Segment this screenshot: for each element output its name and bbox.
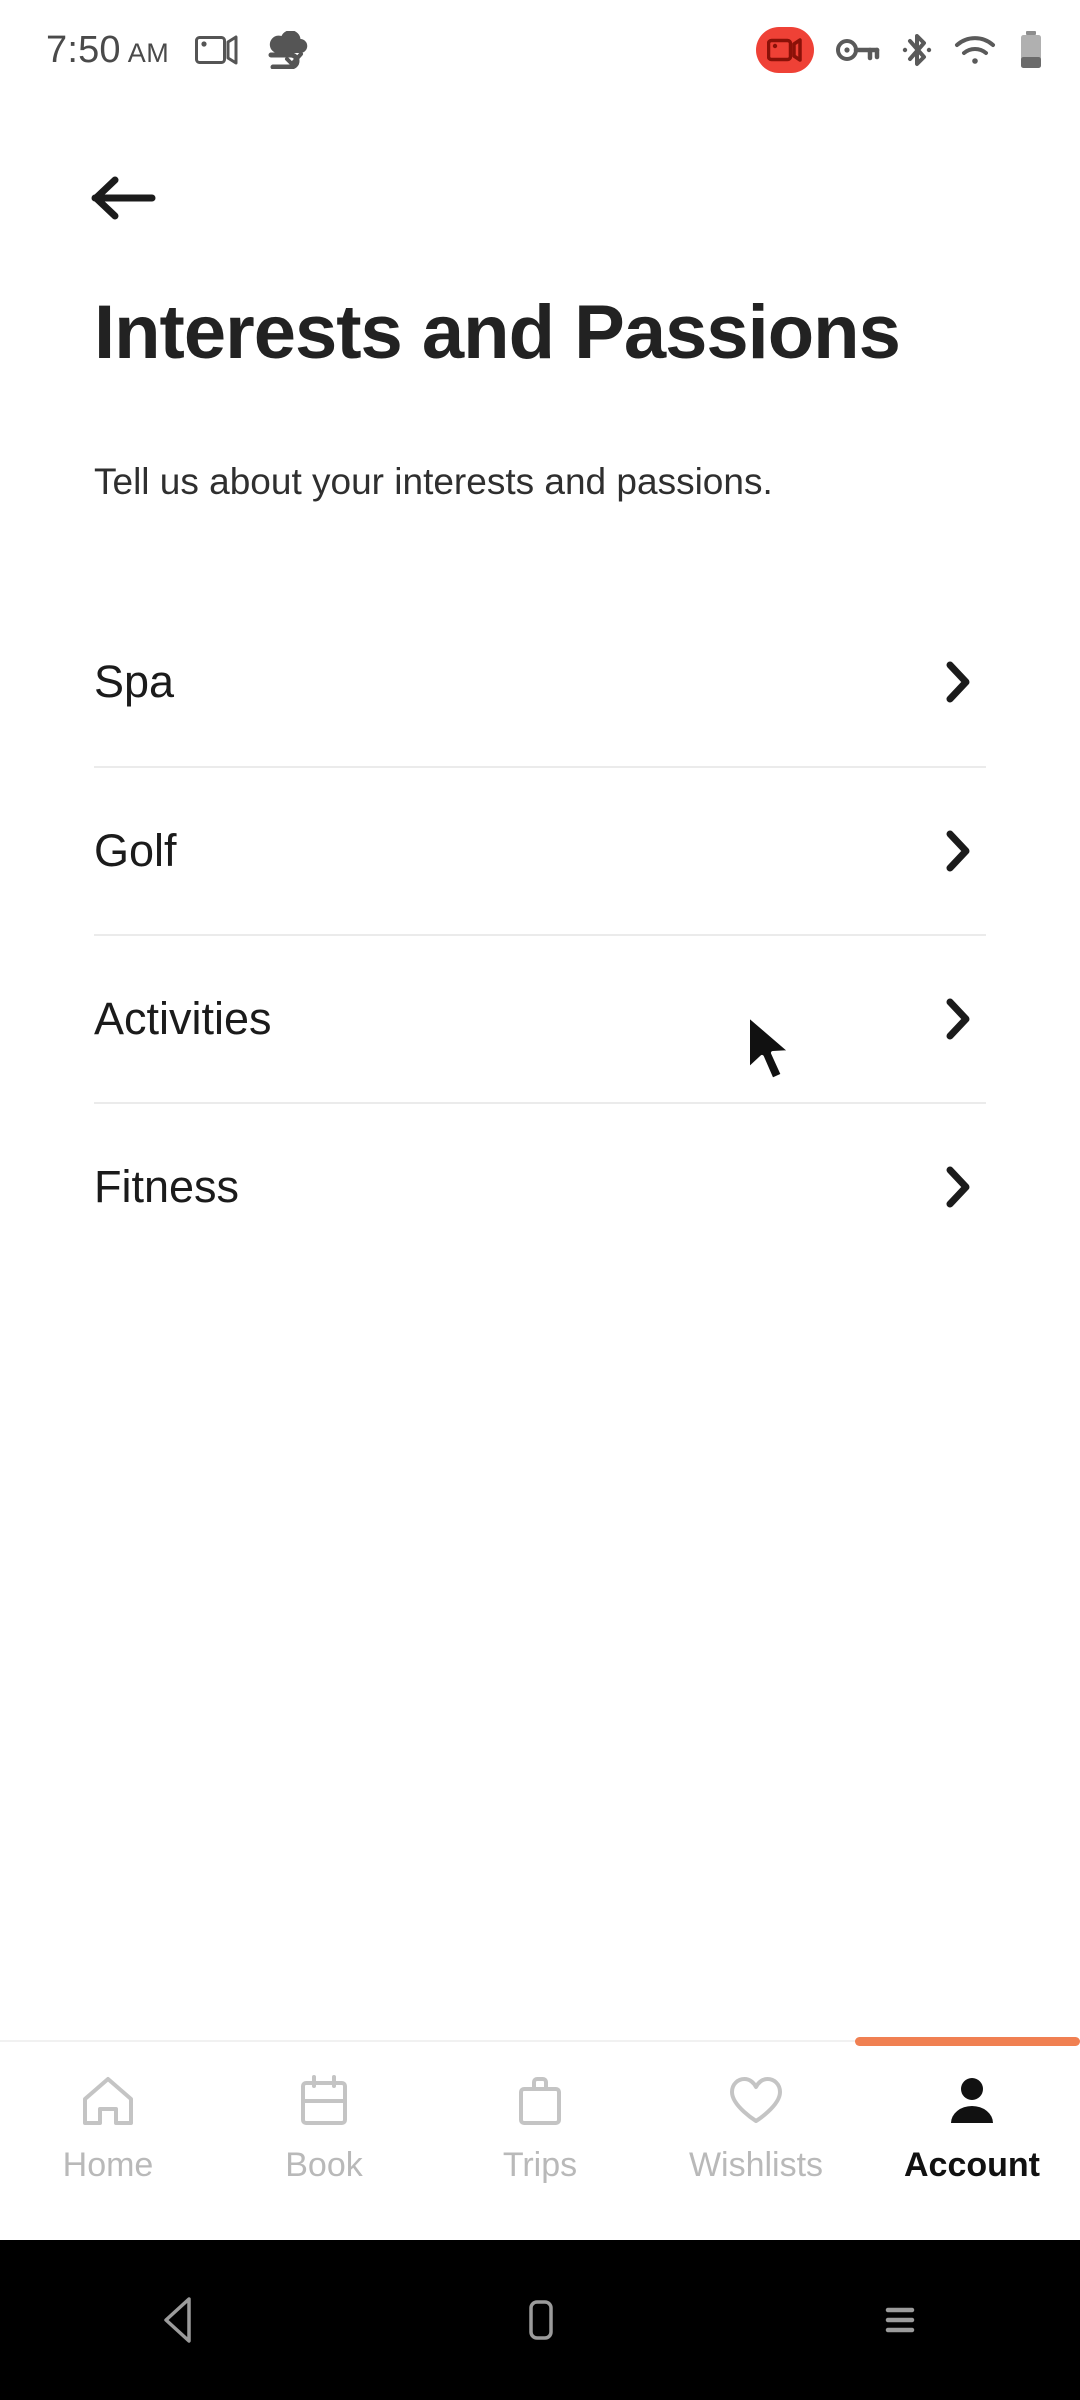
page-content: Interests and Passions Tell us about you… [0, 100, 1080, 1270]
screen-record-icon [195, 33, 239, 67]
list-item-golf[interactable]: Golf [94, 766, 986, 934]
person-icon [945, 2070, 999, 2132]
calendar-icon [297, 2070, 351, 2132]
list-item-label: Golf [94, 825, 177, 876]
page-title: Interests and Passions [94, 290, 901, 375]
list-item-label: Activities [94, 993, 272, 1044]
recording-badge-icon [756, 27, 814, 73]
status-bar-clock: 7:50 AM [46, 29, 169, 72]
list-item-spa[interactable]: Spa [94, 598, 986, 766]
tab-label: Home [62, 2146, 154, 2184]
chevron-right-icon [938, 1166, 978, 1208]
back-button[interactable] [88, 172, 162, 228]
active-tab-indicator [855, 2037, 1080, 2046]
tab-book[interactable]: Book [216, 2070, 432, 2185]
back-arrow-icon [88, 172, 160, 229]
suitcase-icon [513, 2070, 567, 2132]
phone-screen: 7:50 AM Interests and Passions Tell us a… [0, 0, 1080, 2400]
list-item-activities[interactable]: Activities [94, 934, 986, 1102]
tab-label: Account [904, 2146, 1040, 2184]
chevron-right-icon [938, 830, 978, 872]
list-item-fitness[interactable]: Fitness [94, 1102, 986, 1270]
list-item-label: Fitness [94, 1161, 240, 1212]
back-triangle-icon[interactable] [120, 2275, 240, 2365]
status-bar: 7:50 AM [0, 0, 1080, 100]
battery-icon [1018, 30, 1044, 70]
tab-label: Book [285, 2146, 363, 2184]
home-square-icon[interactable] [480, 2275, 600, 2365]
bottom-nav-tabs: Home Book Trips Wishlists Account [0, 2042, 1080, 2240]
status-bar-right [756, 27, 1044, 73]
chevron-right-icon [938, 661, 978, 703]
heart-icon [727, 2070, 785, 2132]
tab-label: Wishlists [688, 2146, 824, 2184]
tab-home[interactable]: Home [0, 2070, 216, 2185]
chevron-right-icon [938, 998, 978, 1040]
wifi-icon [954, 34, 996, 66]
clock-time: 7:50 [46, 28, 121, 71]
tab-account[interactable]: Account [864, 2070, 1080, 2185]
vpn-key-icon [836, 36, 880, 64]
interests-list: Spa Golf Activities Fitness [0, 598, 1080, 1270]
tab-label: Trips [502, 2146, 578, 2184]
clock-ampm: AM [127, 37, 170, 68]
recents-menu-icon[interactable] [840, 2275, 960, 2365]
bluetooth-icon [902, 31, 932, 69]
bottom-navigation-bar: Home Book Trips Wishlists Account [0, 2037, 1080, 2240]
status-bar-left: 7:50 AM [46, 29, 309, 72]
home-icon [79, 2070, 137, 2132]
tab-trips[interactable]: Trips [432, 2070, 648, 2185]
cloud-sync-check-icon [265, 31, 309, 69]
tab-wishlists[interactable]: Wishlists [648, 2070, 864, 2185]
android-navigation-bar [0, 2240, 1080, 2400]
page-subtitle: Tell us about your interests and passion… [94, 461, 773, 502]
list-item-label: Spa [94, 656, 175, 707]
